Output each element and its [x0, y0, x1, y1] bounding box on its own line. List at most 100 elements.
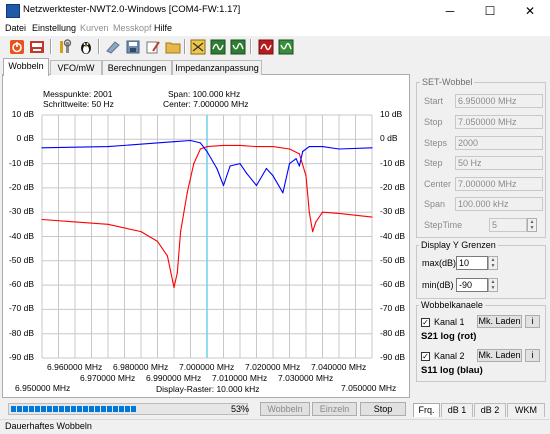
kanal1-label: Kanal 1: [434, 317, 465, 327]
y-tick-label-left: 10 dB: [11, 109, 34, 119]
status-text: Dauerhaftes Wobbeln: [5, 421, 92, 431]
display-y-title: Display Y Grenzen: [419, 240, 498, 250]
y-tick-label-right: -20 dB: [380, 181, 406, 192]
y-tick-label-left: -40 dB: [8, 230, 34, 241]
progress-segment: [89, 406, 94, 412]
series-point-s11: [41, 147, 43, 149]
min-db-field[interactable]: -90: [456, 278, 488, 292]
series-point-s11: [222, 184, 225, 187]
sweep-plot[interactable]: [0, 0, 410, 398]
y-tick-label-right: -50 dB: [380, 254, 406, 265]
max-db-spinner[interactable]: ▲ ▼: [488, 256, 498, 270]
progress-segment: [119, 406, 124, 412]
kanal1-info-button[interactable]: i: [525, 315, 540, 328]
series-point-s11: [229, 165, 231, 167]
kanal2-info-button[interactable]: i: [525, 349, 540, 362]
max-db-field[interactable]: 10: [456, 256, 488, 270]
y-tick-label-right: -90 dB: [380, 352, 406, 362]
minimize-button[interactable]: ─: [430, 0, 470, 21]
series-point-s21: [298, 153, 300, 155]
progress-segment: [113, 406, 118, 412]
series-point-s11: [308, 145, 310, 148]
maximize-button[interactable]: ☐: [470, 0, 510, 21]
y-tick-label-right: -40 dB: [380, 230, 406, 241]
spin-down-icon[interactable]: ▼: [489, 285, 497, 291]
kanal1-mk-laden-button[interactable]: Mk. Laden: [477, 315, 522, 328]
progress-segment: [47, 406, 52, 412]
y-tick-label-right: 10 dB: [380, 109, 403, 119]
series-point-s11: [295, 158, 297, 160]
wobbelkanaele-title: Wobbelkanaele: [419, 300, 485, 310]
x-tick-label-upper: 6.960000 MHz: [47, 362, 103, 372]
series-point-s21: [308, 211, 310, 213]
y-tick-label-left: -10 dB: [8, 157, 34, 168]
series-point-s21: [255, 145, 258, 148]
stop-button[interactable]: Stop: [360, 402, 406, 416]
series-point-s21: [371, 216, 373, 218]
center-field[interactable]: 7.000000 MHz: [455, 177, 543, 191]
progress-segment: [41, 406, 46, 412]
steptime-spinner[interactable]: ▲ ▼: [527, 218, 537, 232]
progress-segment: [59, 406, 64, 412]
series-point-s11: [265, 167, 267, 170]
tab-wkm[interactable]: WKM: [507, 403, 545, 417]
kanal2-checkbox[interactable]: ✓: [421, 352, 430, 361]
tab-frq[interactable]: Frq.: [413, 403, 440, 417]
progress-segment: [83, 406, 88, 412]
y-tick-label-left: -70 dB: [8, 303, 34, 314]
einzeln-button[interactable]: Einzeln: [312, 402, 357, 416]
start-label: Start: [424, 96, 444, 106]
series-point-s11: [216, 167, 218, 170]
steps-field[interactable]: 2000: [455, 136, 543, 150]
stop-field[interactable]: 7.050000 MHz: [455, 115, 543, 129]
start-field[interactable]: 6.950000 MHz: [455, 94, 543, 108]
x-end-label: 7.050000 MHz: [341, 383, 397, 393]
x-tick-label-lower: 7.010000 MHz: [212, 373, 268, 383]
spin-down-icon[interactable]: ▼: [528, 225, 536, 231]
x-tick-label-lower: 6.970000 MHz: [80, 373, 136, 383]
series-point-s11: [255, 184, 258, 187]
tab-db2[interactable]: dB 2: [474, 403, 506, 417]
wobbeln-button[interactable]: Wobbeln: [260, 402, 310, 416]
tab-wobbeln[interactable]: Wobbeln: [3, 58, 49, 76]
series-point-s21: [74, 221, 76, 223]
kanal2-mk-laden-button[interactable]: Mk. Laden: [477, 349, 522, 362]
series-point-s21: [312, 231, 314, 233]
series-point-s11: [199, 142, 201, 144]
y-tick-label-left: -80 dB: [8, 327, 34, 338]
y-tick-label-right: -10 dB: [380, 157, 406, 168]
y-tick-label-right: -30 dB: [380, 206, 406, 217]
center-field-label: Center: [424, 179, 452, 189]
series-point-s21: [140, 231, 142, 233]
stop-label: Stop: [424, 117, 443, 127]
series-point-s21: [272, 145, 274, 148]
series-point-s21: [107, 223, 109, 225]
span-field-label: Span: [424, 199, 446, 209]
progress-segment: [35, 406, 40, 412]
series-point-s21: [321, 211, 324, 213]
series-point-s11: [282, 192, 284, 194]
kanal1-checkbox[interactable]: ✓: [421, 318, 430, 327]
progress-segment: [125, 406, 130, 412]
steptime-field[interactable]: 5: [489, 218, 527, 232]
spin-down-icon[interactable]: ▼: [489, 263, 497, 269]
progress-segment: [53, 406, 58, 412]
y-tick-label-left: -20 dB: [8, 181, 34, 192]
series-point-s11: [288, 163, 291, 165]
series-point-s11: [246, 172, 248, 174]
kanal1-desc: S21 log (rot): [421, 331, 477, 342]
set-wobbel-title: SET-Wobbel: [420, 77, 475, 87]
kanal2-label: Kanal 2: [434, 351, 465, 361]
step-field[interactable]: 50 Hz: [455, 156, 543, 170]
x-tick-label-lower: 7.030000 MHz: [278, 373, 334, 383]
tab-db1[interactable]: dB 1: [441, 403, 473, 417]
min-db-spinner[interactable]: ▲ ▼: [488, 278, 498, 292]
series-point-s21: [156, 240, 159, 242]
series-point-s11: [298, 165, 300, 167]
progress-fill: [9, 404, 247, 414]
checkmark-icon: ✓: [422, 317, 429, 327]
progress-segment: [23, 406, 28, 412]
close-button[interactable]: ✕: [510, 0, 550, 21]
span-field[interactable]: 100.000 kHz: [455, 197, 543, 211]
series-point-s21: [186, 192, 188, 194]
